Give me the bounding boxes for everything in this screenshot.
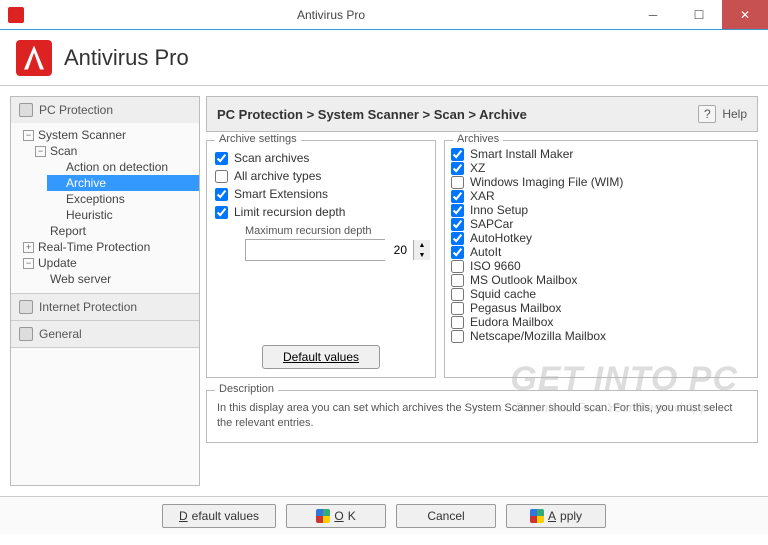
checkbox-all-archive-types[interactable]: All archive types: [215, 167, 427, 185]
help-button[interactable]: ?: [698, 105, 716, 123]
tree-heuristic[interactable]: Heuristic: [47, 207, 199, 223]
sidebar-section-general[interactable]: General: [11, 321, 199, 347]
minimize-button[interactable]: ─: [630, 0, 676, 29]
footer-default-values-button[interactable]: Default values: [162, 504, 276, 528]
archive-item[interactable]: Squid cache: [447, 287, 755, 301]
sidebar-section-internet-protection[interactable]: Internet Protection: [11, 294, 199, 320]
archive-item[interactable]: AutoIt: [447, 245, 755, 259]
brand-logo-icon: [16, 40, 52, 76]
sidebar: PC Protection −System Scanner −Scan Acti…: [10, 96, 200, 486]
breadcrumb: PC Protection > System Scanner > Scan > …: [217, 107, 527, 122]
archive-item[interactable]: Netscape/Mozilla Mailbox: [447, 329, 755, 343]
description-text: In this display area you can set which a…: [217, 401, 747, 432]
default-values-button[interactable]: Default values: [262, 345, 380, 369]
archive-item[interactable]: XZ: [447, 161, 755, 175]
help-label[interactable]: Help: [722, 107, 747, 121]
header: Antivirus Pro: [0, 30, 768, 86]
archives-group: Archives Smart Install MakerXZWindows Im…: [444, 140, 758, 378]
monitor-icon: [19, 103, 33, 117]
checkbox-smart-extensions[interactable]: Smart Extensions: [215, 185, 427, 203]
archive-item[interactable]: Smart Install Maker: [447, 147, 755, 161]
tree-exceptions[interactable]: Exceptions: [47, 191, 199, 207]
breadcrumb-bar: PC Protection > System Scanner > Scan > …: [206, 96, 758, 132]
tree-archive[interactable]: Archive: [47, 175, 199, 191]
archive-item[interactable]: Windows Imaging File (WIM): [447, 175, 755, 189]
archive-item[interactable]: Pegasus Mailbox: [447, 301, 755, 315]
tree-report[interactable]: Report: [31, 223, 199, 239]
archive-settings-group: Archive settings Scan archives All archi…: [206, 140, 436, 378]
grid-icon: [19, 327, 33, 341]
archive-item[interactable]: XAR: [447, 189, 755, 203]
app-icon: [8, 7, 24, 23]
spinner-down-icon[interactable]: ▼: [414, 250, 430, 260]
archive-item[interactable]: Eudora Mailbox: [447, 315, 755, 329]
max-recursion-label: Maximum recursion depth: [245, 225, 427, 237]
tree-action-on-detection[interactable]: Action on detection: [47, 159, 199, 175]
archive-item[interactable]: ISO 9660: [447, 259, 755, 273]
spinner-up-icon[interactable]: ▲: [414, 240, 430, 250]
archive-item[interactable]: SAPCar: [447, 217, 755, 231]
archive-item[interactable]: AutoHotkey: [447, 231, 755, 245]
shield-icon: [530, 509, 544, 523]
shield-icon: [316, 509, 330, 523]
archives-list[interactable]: Smart Install MakerXZWindows Imaging Fil…: [447, 147, 755, 369]
close-button[interactable]: ✕: [722, 0, 768, 29]
archive-item[interactable]: Inno Setup: [447, 203, 755, 217]
sidebar-section-pc-protection[interactable]: PC Protection: [11, 97, 199, 123]
checkbox-scan-archives[interactable]: Scan archives: [215, 149, 427, 167]
tree-realtime-protection[interactable]: +Real-Time Protection: [19, 239, 199, 255]
max-recursion-spinner[interactable]: ▲ ▼: [245, 239, 385, 261]
tree-system-scanner[interactable]: −System Scanner: [19, 127, 199, 143]
tree-scan[interactable]: −Scan: [31, 143, 199, 159]
cancel-button[interactable]: Cancel: [396, 504, 496, 528]
ok-button[interactable]: OK: [286, 504, 386, 528]
brand-title: Antivirus Pro: [64, 45, 189, 71]
checkbox-limit-recursion[interactable]: Limit recursion depth: [215, 203, 427, 221]
max-recursion-input[interactable]: [246, 240, 413, 260]
titlebar: Antivirus Pro ─ ☐ ✕: [0, 0, 768, 30]
tree-update[interactable]: −Update: [19, 255, 199, 271]
archive-item[interactable]: MS Outlook Mailbox: [447, 273, 755, 287]
apply-button[interactable]: Apply: [506, 504, 606, 528]
tree-web-server[interactable]: Web server: [31, 271, 199, 287]
window-title: Antivirus Pro: [32, 8, 630, 22]
footer: Default values OK Cancel Apply: [0, 496, 768, 534]
description-group: Description In this display area you can…: [206, 390, 758, 443]
main-panel: PC Protection > System Scanner > Scan > …: [206, 96, 758, 486]
maximize-button[interactable]: ☐: [676, 0, 722, 29]
globe-icon: [19, 300, 33, 314]
